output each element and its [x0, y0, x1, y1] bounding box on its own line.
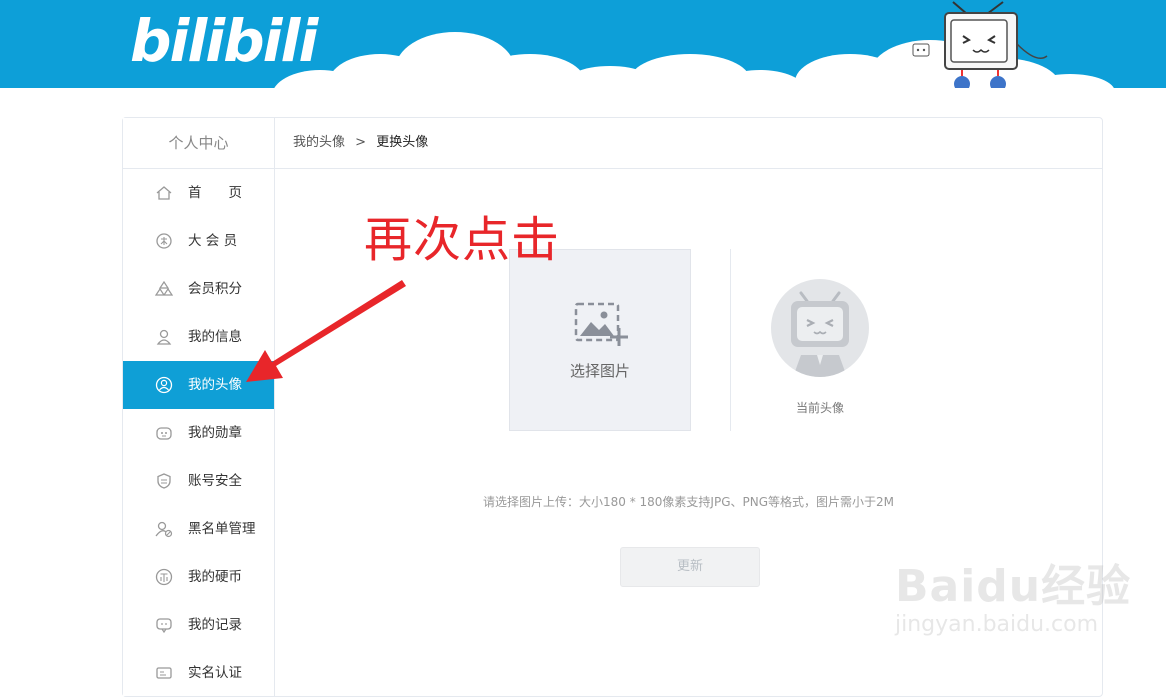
tv-mascot-icon: [912, 1, 1048, 88]
vip-icon: [155, 232, 173, 250]
sidebar-item-coins[interactable]: 我的硬币: [123, 553, 274, 601]
sidebar-item-label: 我的硬币: [188, 569, 242, 585]
sidebar-item-records[interactable]: 我的记录: [123, 601, 274, 649]
sidebar-title: 个人中心: [123, 118, 274, 169]
divider: [730, 249, 731, 431]
sidebar-item-label: 黑名单管理: [188, 521, 256, 537]
annotation-text: 再次点击: [364, 212, 561, 268]
sidebar-item-label: 实名认证: [188, 665, 242, 681]
breadcrumb-parent-link[interactable]: 我的头像: [293, 135, 345, 150]
sidebar-item-info[interactable]: 我的信息: [123, 313, 274, 361]
choose-image-button[interactable]: 选择图片: [509, 249, 691, 431]
shield-icon: [155, 472, 173, 490]
choose-image-label: 选择图片: [569, 362, 630, 380]
id-card-icon: [155, 664, 173, 682]
medal-icon: [155, 424, 173, 442]
sidebar-item-label: 大 会 员: [188, 233, 238, 249]
image-add-icon: [574, 302, 628, 352]
avatar-icon: [155, 376, 173, 394]
sidebar-item-label: 我的头像: [188, 377, 242, 393]
sidebar-item-verification[interactable]: 实名认证: [123, 649, 274, 697]
breadcrumb-separator: >: [355, 135, 367, 150]
user-icon: [155, 328, 173, 346]
sidebar-item-medal[interactable]: 我的勋章: [123, 409, 274, 457]
coin-icon: [155, 568, 173, 586]
sidebar-item-label: 会员积分: [188, 281, 242, 297]
sidebar-item-security[interactable]: 账号安全: [123, 457, 274, 505]
sidebar-item-points[interactable]: 会员积分: [123, 265, 274, 313]
upload-hint-text: 请选择图片上传：大小180 * 180像素支持JPG、PNG等格式，图片需小于2…: [482, 495, 894, 509]
watermark-brand: Baidu经验: [895, 561, 1132, 612]
sidebar-item-label: 首 页: [188, 185, 242, 201]
blacklist-icon: [155, 520, 173, 538]
sidebar-item-home[interactable]: 首 页: [123, 169, 274, 217]
sidebar-item-vip[interactable]: 大 会 员: [123, 217, 274, 265]
sidebar-item-label: 我的记录: [188, 617, 242, 633]
record-icon: [155, 616, 173, 634]
breadcrumb: 我的头像 > 更换头像: [275, 118, 1102, 169]
sidebar-item-label: 我的勋章: [188, 425, 242, 441]
sidebar-item-blacklist[interactable]: 黑名单管理: [123, 505, 274, 553]
breadcrumb-current: 更换头像: [376, 135, 429, 150]
update-button[interactable]: 更新: [620, 547, 760, 587]
sidebar-item-label: 我的信息: [188, 329, 242, 345]
watermark: Baidu经验 jingyan.baidu.com: [895, 562, 1131, 638]
current-avatar-image: [771, 279, 869, 377]
watermark-url: jingyan.baidu.com: [895, 612, 1099, 637]
sidebar-item-label: 账号安全: [188, 473, 242, 489]
home-icon: [155, 184, 173, 202]
points-icon: [155, 280, 173, 298]
current-avatar-label: 当前头像: [795, 401, 844, 415]
bilibili-logo[interactable]: bilibili: [130, 8, 318, 74]
sidebar: 个人中心 首 页 大 会 员 会员积分 我的信息 我的头像 我的勋章 账号安全 …: [123, 118, 275, 696]
header-banner: bilibili: [0, 0, 1166, 88]
sidebar-item-avatar[interactable]: 我的头像: [123, 361, 274, 409]
